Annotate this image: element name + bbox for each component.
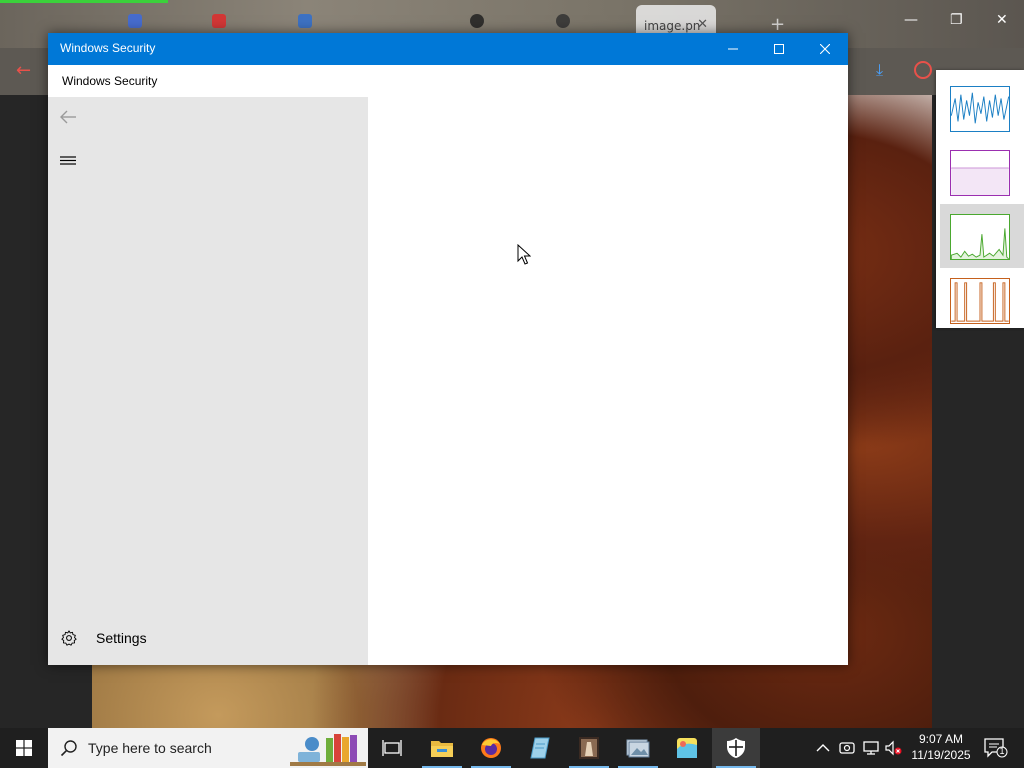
main-content-area bbox=[368, 97, 848, 665]
memory-graph bbox=[950, 150, 1010, 196]
disk-graph bbox=[950, 214, 1010, 260]
task-manager-performance-list bbox=[936, 70, 1024, 328]
search-icon bbox=[60, 740, 77, 757]
notepad-icon bbox=[530, 737, 550, 759]
minimize-button[interactable] bbox=[710, 33, 756, 65]
minimize-icon bbox=[728, 48, 738, 50]
ethernet-graph bbox=[950, 278, 1010, 324]
system-tray: 9:07 AM 11/19/2025 1 bbox=[810, 728, 1024, 768]
minimize-icon: — bbox=[904, 12, 918, 28]
webcam-icon[interactable] bbox=[838, 739, 856, 757]
performance-item-cpu[interactable] bbox=[940, 76, 1024, 140]
action-center-button[interactable]: 1 bbox=[982, 736, 1008, 760]
volume-muted-icon[interactable] bbox=[884, 739, 902, 757]
taskbar-search-box[interactable]: Type here to search bbox=[48, 728, 368, 768]
network-icon[interactable] bbox=[862, 739, 880, 757]
notification-count: 1 bbox=[999, 746, 1005, 756]
clock-time: 9:07 AM bbox=[918, 732, 964, 746]
close-icon: ✕ bbox=[996, 12, 1008, 28]
chevron-up-icon[interactable] bbox=[814, 739, 832, 757]
title-bar[interactable]: Windows Security bbox=[48, 33, 848, 65]
taskbar-firefox[interactable] bbox=[467, 728, 515, 768]
restore-icon: ❐ bbox=[950, 12, 963, 28]
new-tab-icon: + bbox=[770, 14, 786, 35]
windows-security-window: Windows Security Windows Security Settin… bbox=[48, 33, 848, 665]
cpu-graph bbox=[950, 86, 1010, 132]
task-view-button[interactable] bbox=[368, 728, 416, 768]
background-window-controls: — ❐ ✕ bbox=[884, 0, 1024, 48]
back-arrow-icon: ← bbox=[16, 60, 32, 81]
browser-loading-bar bbox=[0, 0, 168, 3]
taskbar-paint[interactable] bbox=[663, 728, 711, 768]
performance-item-disk[interactable] bbox=[940, 204, 1024, 268]
performance-item-ethernet[interactable] bbox=[940, 268, 1024, 332]
download-icon: ⤓ bbox=[876, 60, 884, 79]
mouse-cursor-icon bbox=[517, 244, 531, 265]
background-active-tab-label: image.pn bbox=[644, 19, 701, 33]
profile-icon bbox=[914, 61, 932, 79]
paint-icon bbox=[677, 738, 697, 758]
clock-date: 11/19/2025 bbox=[911, 748, 971, 762]
taskbar: Type here to search 9:07 AM 11/19/2025 1 bbox=[0, 728, 1024, 768]
task-view-icon bbox=[382, 740, 402, 756]
window-title: Windows Security bbox=[60, 41, 156, 55]
photos-icon bbox=[626, 739, 650, 758]
gear-icon bbox=[61, 630, 77, 646]
taskbar-photos[interactable] bbox=[614, 728, 662, 768]
navigation-pane: Settings bbox=[48, 97, 368, 665]
search-highlight-books-icon bbox=[290, 734, 366, 766]
firefox-icon bbox=[481, 738, 501, 758]
close-icon: ✕ bbox=[697, 17, 708, 32]
close-icon bbox=[820, 44, 830, 54]
maximize-button[interactable] bbox=[756, 33, 802, 65]
close-button[interactable] bbox=[802, 33, 848, 65]
hamburger-menu-icon bbox=[60, 156, 76, 165]
search-placeholder: Type here to search bbox=[88, 740, 212, 756]
taskbar-media-player[interactable] bbox=[565, 728, 613, 768]
app-header: Windows Security bbox=[48, 65, 848, 97]
taskbar-notepad[interactable] bbox=[516, 728, 564, 768]
windows-logo-icon bbox=[16, 740, 32, 756]
hamburger-menu-button[interactable] bbox=[56, 149, 80, 173]
movie-icon bbox=[579, 737, 599, 759]
app-title: Windows Security bbox=[62, 74, 158, 88]
maximize-icon bbox=[774, 44, 784, 54]
taskbar-file-explorer[interactable] bbox=[418, 728, 466, 768]
performance-item-memory[interactable] bbox=[940, 140, 1024, 204]
folder-icon bbox=[431, 741, 453, 757]
back-arrow-icon bbox=[60, 110, 76, 124]
settings-label: Settings bbox=[96, 630, 147, 646]
taskbar-windows-security[interactable] bbox=[712, 728, 760, 768]
shield-icon bbox=[727, 738, 745, 758]
start-button[interactable] bbox=[0, 728, 48, 768]
back-button[interactable] bbox=[56, 105, 80, 129]
taskbar-clock[interactable]: 9:07 AM 11/19/2025 bbox=[906, 731, 976, 763]
settings-nav-item[interactable]: Settings bbox=[48, 621, 368, 657]
